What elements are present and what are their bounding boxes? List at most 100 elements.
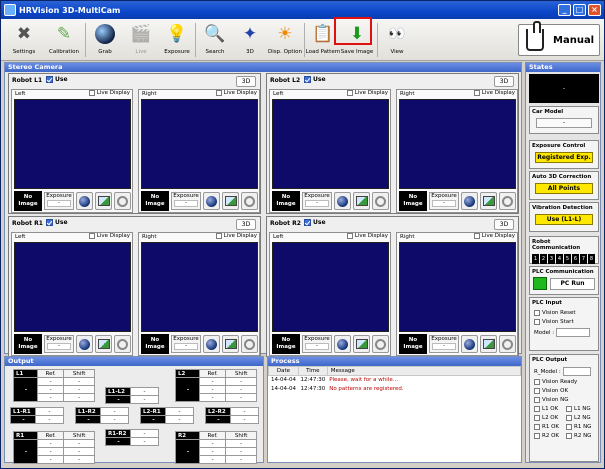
live-display-checkbox[interactable]: Live Display xyxy=(346,233,388,239)
stereo-camera-panel: Stereo Camera Robot L1 Use 3D Left Live … xyxy=(4,62,522,357)
maximize-icon[interactable]: □ xyxy=(573,4,586,16)
robot-l1-3d-button[interactable]: 3D xyxy=(236,76,256,87)
disp-option-button[interactable]: ☀ Disp. Option xyxy=(267,21,303,59)
grab-camera-button[interactable] xyxy=(203,335,220,353)
r2-ng-checkbox[interactable]: R2 NG xyxy=(566,433,598,439)
image-button[interactable] xyxy=(353,335,370,353)
vision-ng-checkbox[interactable]: Vision NG xyxy=(530,395,598,404)
exposure-box[interactable]: Exposure - xyxy=(171,192,201,210)
3d-button[interactable]: ✦ 3D xyxy=(232,21,268,59)
vibration-detection-value[interactable]: Use (L1-L) xyxy=(535,214,593,225)
app-icon xyxy=(4,4,16,16)
live-display-checkbox[interactable]: Live Display xyxy=(473,90,515,96)
vision-start-checkbox[interactable]: Vision Start xyxy=(530,317,598,326)
exposure-box[interactable]: Exposure - xyxy=(44,192,74,210)
robot-r2-header: Robot R2 Use 3D xyxy=(267,217,518,231)
view-button[interactable]: 👀 View xyxy=(379,21,415,59)
robot-r2-3d-button[interactable]: 3D xyxy=(494,219,514,230)
minimize-icon[interactable]: _ xyxy=(558,4,571,16)
exposure-box[interactable]: Exposure - xyxy=(302,192,332,210)
grab-camera-button[interactable] xyxy=(203,192,220,210)
l2-ok-checkbox[interactable]: L2 OK xyxy=(534,415,566,421)
search-button[interactable]: 🔍 Search xyxy=(197,21,233,59)
image-button[interactable] xyxy=(95,335,112,353)
live-display-checkbox[interactable]: Live Display xyxy=(215,233,257,239)
image-button[interactable] xyxy=(353,192,370,210)
image-button[interactable] xyxy=(480,192,497,210)
main-window: HRVision 3D-MultiCam _ □ × ✖ Settings ✎ … xyxy=(0,0,605,469)
camera-view[interactable] xyxy=(14,242,131,332)
camera-view[interactable] xyxy=(399,242,516,332)
title-bar[interactable]: HRVision 3D-MultiCam _ □ × xyxy=(1,1,604,19)
grab-camera-button[interactable] xyxy=(76,192,93,210)
r-model-field[interactable] xyxy=(562,367,591,376)
robot-l1-use-checkbox[interactable]: Use xyxy=(46,76,68,83)
live-display-checkbox[interactable]: Live Display xyxy=(88,233,130,239)
calibration-button[interactable]: ✎ Calibration xyxy=(46,21,82,59)
grab-camera-button[interactable] xyxy=(461,335,478,353)
no-image-indicator: No Image xyxy=(14,191,42,211)
ring-button[interactable] xyxy=(499,192,516,210)
l2-ng-checkbox[interactable]: L2 NG xyxy=(566,415,598,421)
ring-button[interactable] xyxy=(114,335,131,353)
image-button[interactable] xyxy=(95,192,112,210)
camera-view[interactable] xyxy=(141,242,258,332)
log-row[interactable]: 14-04-04 12:47:30 No patterns are regist… xyxy=(269,385,521,394)
l1-ok-checkbox[interactable]: L1 OK xyxy=(534,406,566,412)
robot-l2-3d-button[interactable]: 3D xyxy=(494,76,514,87)
robot-r1-3d-button[interactable]: 3D xyxy=(236,219,256,230)
ring-button[interactable] xyxy=(372,192,389,210)
eyes-icon: 👀 xyxy=(388,26,406,42)
camera-view[interactable] xyxy=(14,99,131,189)
live-display-checkbox[interactable]: Live Display xyxy=(88,90,130,96)
live-display-checkbox[interactable]: Live Display xyxy=(346,90,388,96)
model-field[interactable] xyxy=(556,328,591,337)
live-button[interactable]: 🎬 Live xyxy=(123,21,159,59)
robot-r1-use-checkbox[interactable]: Use xyxy=(46,219,68,226)
ring-button[interactable] xyxy=(241,335,258,353)
plc-comm-status-light xyxy=(533,277,547,290)
camera-view[interactable] xyxy=(272,99,389,189)
r2-ok-checkbox[interactable]: R2 OK xyxy=(534,433,566,439)
robot-r1-left-camera: Left Live Display No Image Exposure - xyxy=(11,232,133,356)
robot-l2-use-checkbox[interactable]: Use xyxy=(304,76,326,83)
exposure-box[interactable]: Exposure - xyxy=(302,335,332,353)
exposure-box[interactable]: Exposure - xyxy=(44,335,74,353)
vision-ready-checkbox[interactable]: Vision Ready xyxy=(530,377,598,386)
no-image-indicator: No Image xyxy=(399,191,427,211)
image-button[interactable] xyxy=(480,335,497,353)
robot-r2-use-checkbox[interactable]: Use xyxy=(304,219,326,226)
grab-camera-button[interactable] xyxy=(461,192,478,210)
grab-camera-button[interactable] xyxy=(76,335,93,353)
live-display-checkbox[interactable]: Live Display xyxy=(473,233,515,239)
image-button[interactable] xyxy=(222,192,239,210)
ring-button[interactable] xyxy=(499,335,516,353)
exposure-box[interactable]: Exposure - xyxy=(429,192,459,210)
close-icon[interactable]: × xyxy=(588,4,601,16)
settings-button[interactable]: ✖ Settings xyxy=(6,21,42,59)
exposure-control-value[interactable]: Registered Exp. xyxy=(535,152,593,163)
exposure-button[interactable]: 💡 Exposure xyxy=(159,21,195,59)
camera-view[interactable] xyxy=(272,242,389,332)
camera-view[interactable] xyxy=(141,99,258,189)
exposure-box[interactable]: Exposure - xyxy=(429,335,459,353)
ring-icon xyxy=(244,195,255,207)
grab-camera-button[interactable] xyxy=(334,192,351,210)
l1-ng-checkbox[interactable]: L1 NG xyxy=(566,406,598,412)
vision-reset-checkbox[interactable]: Vision Reset xyxy=(530,306,598,317)
grab-camera-button[interactable] xyxy=(334,335,351,353)
manual-mode-button[interactable]: Manual xyxy=(518,21,600,56)
r1-ok-checkbox[interactable]: R1 OK xyxy=(534,424,566,430)
live-display-checkbox[interactable]: Live Display xyxy=(215,90,257,96)
ring-button[interactable] xyxy=(114,192,131,210)
r1-ng-checkbox[interactable]: R1 NG xyxy=(566,424,598,430)
ring-button[interactable] xyxy=(241,192,258,210)
vision-ok-checkbox[interactable]: Vision OK xyxy=(530,386,598,395)
image-button[interactable] xyxy=(222,335,239,353)
auto-3d-correction-value[interactable]: All Points xyxy=(535,183,593,194)
camera-view[interactable] xyxy=(399,99,516,189)
ring-button[interactable] xyxy=(372,335,389,353)
grab-button[interactable]: Grab xyxy=(87,21,123,59)
log-row[interactable]: 14-04-04 12:47:30 Please, wait for a whi… xyxy=(269,376,521,385)
exposure-box[interactable]: Exposure - xyxy=(171,335,201,353)
